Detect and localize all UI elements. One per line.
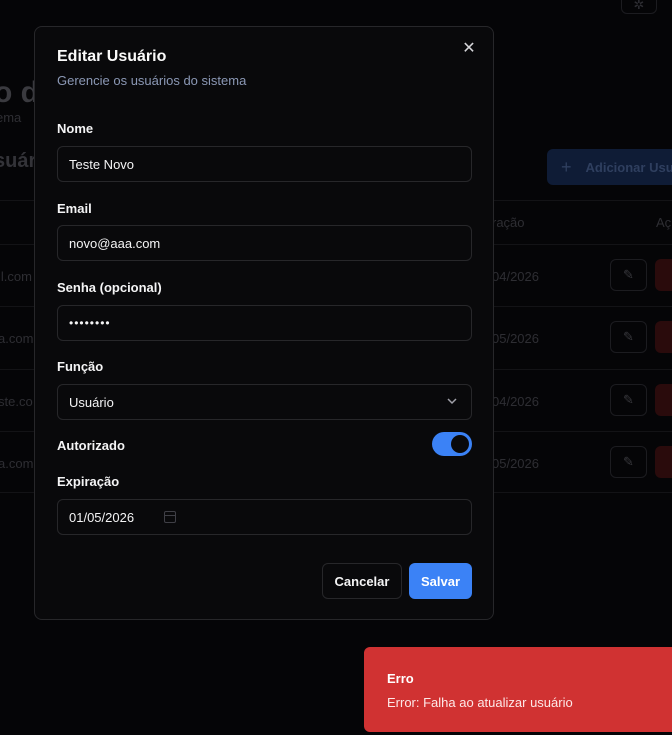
row-expiration: 04/2026 <box>492 269 539 284</box>
error-toast: Erro Error: Falha ao atualizar usuário <box>364 647 672 732</box>
name-label: Nome <box>57 121 94 136</box>
authorized-toggle[interactable] <box>432 432 472 456</box>
role-label: Função <box>57 359 104 374</box>
row-email: il.com <box>0 269 32 284</box>
edit-icon[interactable]: ✎ <box>610 384 647 416</box>
name-input[interactable] <box>69 156 460 172</box>
edit-icon[interactable]: ✎ <box>610 259 647 291</box>
table-header-expiration: ração <box>492 215 525 230</box>
row-expiration: 05/2026 <box>492 331 539 346</box>
row-email: a.com <box>0 331 34 346</box>
edit-icon[interactable]: ✎ <box>610 321 647 353</box>
delete-button[interactable] <box>655 259 672 291</box>
role-select[interactable]: Usuário <box>57 384 472 420</box>
password-label: Senha (opcional) <box>57 280 162 295</box>
table-header-actions: Aç <box>656 215 672 230</box>
edit-user-dialog: ✕ Editar Usuário Gerencie os usuários do… <box>34 26 494 620</box>
save-button[interactable]: Salvar <box>409 563 472 599</box>
dialog-title: Editar Usuário <box>57 48 167 65</box>
edit-icon[interactable]: ✎ <box>610 446 647 478</box>
expiration-date-field[interactable]: 01/05/2026 <box>57 499 472 535</box>
row-expiration: 04/2026 <box>492 394 539 409</box>
row-email: ste.co <box>0 394 33 409</box>
email-input[interactable] <box>69 235 460 251</box>
delete-button[interactable] <box>655 384 672 416</box>
dialog-description: Gerencie os usuários do sistema <box>57 73 247 88</box>
row-expiration: 05/2026 <box>492 456 539 471</box>
password-input[interactable]: •••••••• <box>69 316 111 330</box>
page-subtitle: ema <box>0 110 22 125</box>
row-email: a.com <box>0 456 34 471</box>
name-field[interactable] <box>57 146 472 182</box>
plus-icon: + <box>561 156 572 177</box>
expiration-value: 01/05/2026 <box>69 509 135 525</box>
delete-button[interactable] <box>655 446 672 478</box>
delete-button[interactable] <box>655 321 672 353</box>
close-icon[interactable]: ✕ <box>461 41 477 57</box>
toast-message: Error: Falha ao atualizar usuário <box>387 695 573 710</box>
role-value: Usuário <box>69 394 114 410</box>
toggle-knob <box>451 435 469 453</box>
add-user-label: Adicionar Usu <box>585 159 672 175</box>
settings-icon[interactable]: ✲ <box>621 0 657 14</box>
email-label: Email <box>57 201 92 216</box>
calendar-icon[interactable] <box>164 511 176 523</box>
add-user-button[interactable]: + Adicionar Usu <box>547 149 672 185</box>
authorized-label: Autorizado <box>57 438 125 453</box>
expiration-label: Expiração <box>57 474 120 489</box>
chevron-down-icon <box>445 394 459 408</box>
password-field[interactable]: •••••••• <box>57 305 472 341</box>
toast-title: Erro <box>387 671 414 686</box>
email-field[interactable] <box>57 225 472 261</box>
cancel-button[interactable]: Cancelar <box>322 563 402 599</box>
